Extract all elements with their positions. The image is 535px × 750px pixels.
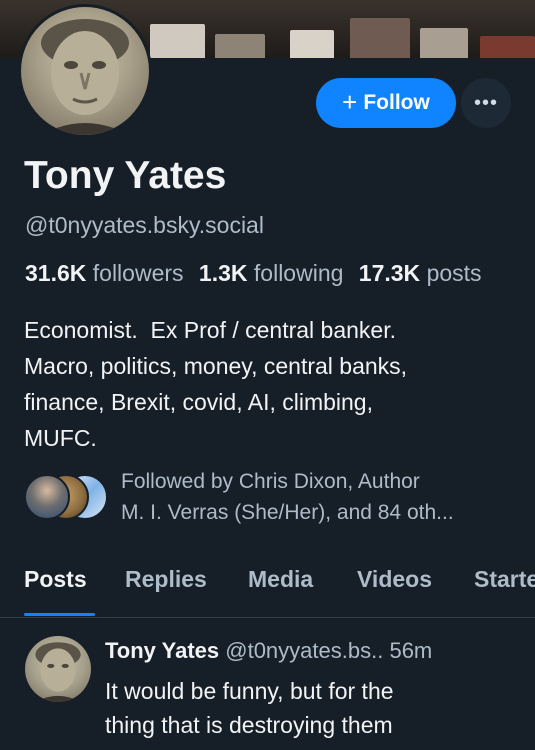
follow-button-label: Follow [363, 91, 430, 114]
ellipsis-icon: ••• [473, 91, 498, 114]
following-link[interactable]: 1.3K following [199, 260, 343, 286]
profile-bio: Economist. Ex Prof / central banker. Mac… [24, 312, 524, 456]
bio-line: Economist. Ex Prof / central banker. [24, 317, 396, 343]
banner-book [480, 36, 535, 58]
display-name: Tony Yates [24, 154, 227, 197]
followed-by-avatars[interactable] [24, 474, 108, 520]
tab-starter-packs[interactable]: Starter [474, 566, 535, 593]
portrait-image [41, 19, 129, 135]
tab-media[interactable]: Media [248, 566, 313, 593]
banner-book [215, 34, 265, 58]
bio-line: finance, Brexit, covid, AI, climbing, [24, 389, 373, 415]
post-text: It would be funny, but for the thing tha… [105, 674, 525, 742]
banner-book [350, 18, 410, 58]
tab-videos[interactable]: Videos [357, 566, 432, 593]
bio-line: Macro, politics, money, central banks, [24, 353, 408, 379]
post-author-handle[interactable]: @t0nyyates.bs.. [225, 638, 383, 663]
posts-label: posts [426, 260, 482, 286]
posts-stat: 17.3K posts [359, 260, 482, 286]
followers-count: 31.6K [25, 260, 87, 286]
following-count: 1.3K [198, 260, 248, 286]
active-tab-indicator [24, 613, 95, 616]
profile-stats: 31.6K followers 1.3K following 17.3K pos… [25, 260, 535, 287]
bio-line: MUFC. [24, 425, 97, 451]
profile-tabs: Posts Replies Media Videos Starter [0, 562, 535, 618]
post-item[interactable]: Tony Yates @t0nyyates.bs.. 56m It would … [0, 618, 535, 750]
post-text-line: It would be funny, but for the [105, 678, 394, 704]
followers-link[interactable]: 31.6K followers [25, 260, 184, 286]
more-options-button[interactable]: ••• [461, 78, 511, 128]
banner-book [150, 24, 205, 58]
followed-by-line: Followed by Chris Dixon, Author [121, 470, 420, 493]
banner-book [420, 28, 468, 58]
followed-by-text[interactable]: Followed by Chris Dixon, Author M. I. Ve… [121, 466, 531, 528]
post-header: Tony Yates @t0nyyates.bs.. 56m [105, 638, 432, 664]
tab-posts[interactable]: Posts [24, 566, 87, 593]
plus-icon: + [342, 86, 358, 117]
post-text-line: thing that is destroying them [105, 712, 393, 738]
follow-button[interactable]: + Follow [316, 78, 456, 128]
profile-avatar[interactable] [18, 4, 152, 138]
banner-book [290, 30, 334, 58]
follower-avatar [24, 474, 70, 520]
post-avatar-image [35, 642, 81, 702]
following-label: following [253, 260, 344, 286]
followers-label: followers [92, 260, 184, 286]
posts-count: 17.3K [358, 260, 421, 286]
post-time[interactable]: 56m [389, 638, 432, 663]
followed-by-line: M. I. Verras (She/Her), and 84 oth... [121, 501, 454, 524]
profile-handle: @t0nyyates.bsky.social [25, 212, 264, 238]
post-author-name[interactable]: Tony Yates [105, 638, 219, 663]
tab-replies[interactable]: Replies [125, 566, 207, 593]
post-author-avatar[interactable] [25, 636, 91, 702]
